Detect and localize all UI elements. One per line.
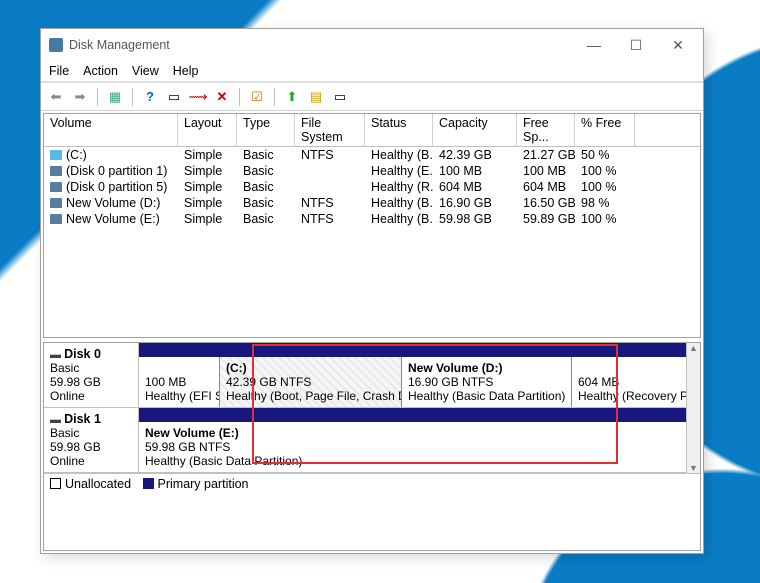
col-pctfree[interactable]: % Free [575, 114, 635, 146]
partition[interactable]: New Volume (E:)59.98 GB NTFSHealthy (Bas… [139, 422, 686, 472]
close-button[interactable]: ✕ [657, 31, 699, 59]
col-capacity[interactable]: Capacity [433, 114, 517, 146]
volume-header[interactable]: Volume Layout Type File System Status Ca… [44, 114, 700, 147]
properties-icon[interactable]: ▭ [165, 88, 183, 106]
volume-list: Volume Layout Type File System Status Ca… [43, 113, 701, 338]
volume-row[interactable]: New Volume (E:)SimpleBasicNTFSHealthy (B… [44, 211, 700, 227]
refresh-icon[interactable]: ▦ [106, 88, 124, 106]
perms-icon[interactable]: ▭ [331, 88, 349, 106]
partition[interactable]: 604 MBHealthy (Recovery Pa [571, 357, 686, 407]
disk-label[interactable]: Disk 1Basic59.98 GBOnline [44, 408, 139, 472]
partition-bar [139, 408, 686, 422]
col-status[interactable]: Status [365, 114, 433, 146]
separator [239, 88, 240, 106]
col-type[interactable]: Type [237, 114, 295, 146]
menu-help[interactable]: Help [173, 64, 199, 78]
volume-row[interactable]: (C:)SimpleBasicNTFSHealthy (B...42.39 GB… [44, 147, 700, 163]
scroll-down-icon[interactable]: ▼ [689, 463, 698, 473]
help-icon[interactable]: ? [141, 88, 159, 106]
separator [132, 88, 133, 106]
disk-management-window: Disk Management — ☐ ✕ File Action View H… [40, 28, 704, 554]
window-title: Disk Management [69, 38, 573, 52]
swatch-primary [143, 478, 154, 489]
partition-bar [139, 343, 686, 357]
open-icon[interactable]: ⬆ [283, 88, 301, 106]
volume-row[interactable]: New Volume (D:)SimpleBasicNTFSHealthy (B… [44, 195, 700, 211]
partition[interactable]: (C:)42.39 GB NTFSHealthy (Boot, Page Fil… [219, 357, 401, 407]
back-icon[interactable]: ⬅ [47, 88, 65, 106]
disk-graphical-view: Disk 0Basic59.98 GBOnline 100 MBHealthy … [43, 342, 701, 551]
app-icon [49, 38, 63, 52]
col-free[interactable]: Free Sp... [517, 114, 575, 146]
col-volume[interactable]: Volume [44, 114, 178, 146]
scrollbar[interactable]: ▲ ▼ [686, 343, 700, 473]
disk-row: Disk 0Basic59.98 GBOnline 100 MBHealthy … [44, 343, 686, 408]
legend-primary: Primary partition [158, 477, 249, 491]
volume-row[interactable]: (Disk 0 partition 1)SimpleBasicHealthy (… [44, 163, 700, 179]
forward-icon[interactable]: ➡ [71, 88, 89, 106]
separator [274, 88, 275, 106]
minimize-button[interactable]: — [573, 31, 615, 59]
separator [97, 88, 98, 106]
disk-label[interactable]: Disk 0Basic59.98 GBOnline [44, 343, 139, 407]
titlebar[interactable]: Disk Management — ☐ ✕ [41, 29, 703, 61]
actions-icon[interactable]: ▤ [307, 88, 325, 106]
connect-icon[interactable]: ⟿ [189, 88, 207, 106]
menubar: File Action View Help [41, 61, 703, 83]
menu-file[interactable]: File [49, 64, 69, 78]
scroll-up-icon[interactable]: ▲ [689, 343, 698, 353]
legend-unallocated: Unallocated [65, 477, 131, 491]
legend: Unallocated Primary partition [44, 473, 700, 493]
menu-action[interactable]: Action [83, 64, 118, 78]
menu-view[interactable]: View [132, 64, 159, 78]
swatch-unallocated [50, 478, 61, 489]
volume-row[interactable]: (Disk 0 partition 5)SimpleBasicHealthy (… [44, 179, 700, 195]
col-filesystem[interactable]: File System [295, 114, 365, 146]
toolbar: ⬅ ➡ ▦ ? ▭ ⟿ ✕ ☑ ⬆ ▤ ▭ [41, 83, 703, 111]
disk-row: Disk 1Basic59.98 GBOnlineNew Volume (E:)… [44, 408, 686, 473]
partition[interactable]: New Volume (D:)16.90 GB NTFSHealthy (Bas… [401, 357, 571, 407]
col-layout[interactable]: Layout [178, 114, 237, 146]
delete-icon[interactable]: ✕ [213, 88, 231, 106]
maximize-button[interactable]: ☐ [615, 31, 657, 59]
partition[interactable]: 100 MBHealthy (EFI S [139, 357, 219, 407]
apply-icon[interactable]: ☑ [248, 88, 266, 106]
